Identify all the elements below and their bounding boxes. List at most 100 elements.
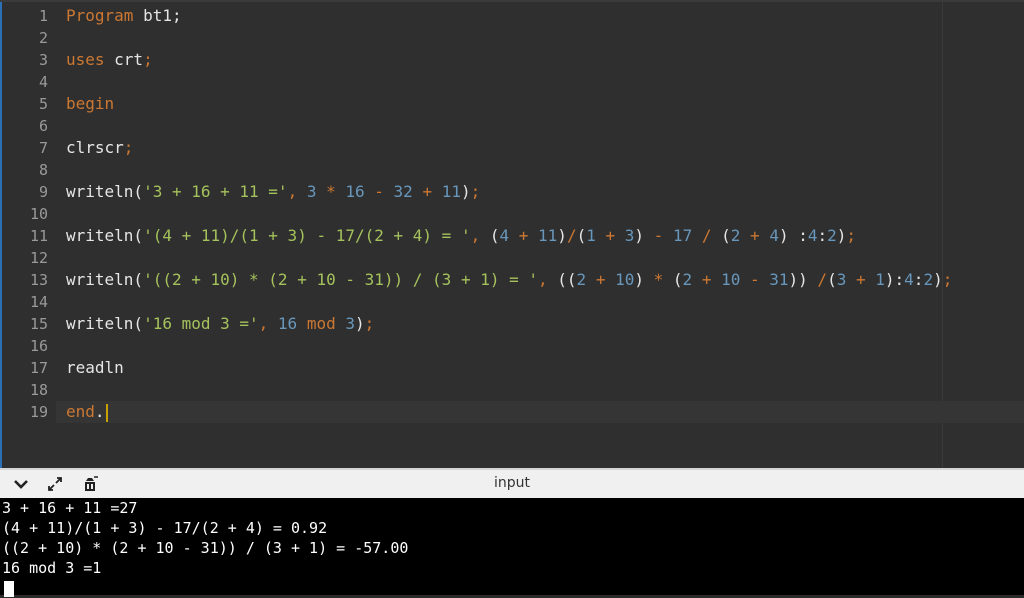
code-token: 1 [875,270,885,289]
code-token: + [595,226,625,245]
code-line[interactable] [56,115,1024,137]
code-token: '((2 + 10) * (2 + 10 - 31)) / (3 + 1) = … [143,270,539,289]
line-number: 11 [29,227,48,245]
code-token: ( [721,226,731,245]
line-number: 18 [29,381,48,399]
code-line[interactable]: clrscr; [56,137,1024,159]
code-token: ) [557,226,567,245]
line-number: 15 [29,315,48,333]
code-token: , [470,226,490,245]
console-output-line: ((2 + 10) * (2 + 10 - 31)) / (3 + 1) = -… [2,539,409,557]
console-cursor [4,580,14,597]
code-line[interactable]: writeln('((2 + 10) * (2 + 10 - 31)) / (3… [56,269,1024,291]
line-number: 17 [29,359,48,377]
code-token: writeln( [66,270,144,289]
code-line[interactable] [56,159,1024,181]
code-token: / [807,270,828,289]
code-token: 11 [441,182,461,201]
console-output[interactable]: 3 + 16 + 11 =27 (4 + 11)/(1 + 3) - 17/(2 … [0,498,1024,598]
code-token: , [258,314,278,333]
code-token: + [692,270,722,289]
code-line[interactable] [56,203,1024,225]
code-token: 2 [682,270,693,289]
code-line[interactable] [56,71,1024,93]
code-token: 4 [807,226,818,245]
code-token: '16 mod 3 =' [143,314,259,333]
line-number: 10 [29,205,48,223]
code-token: '(4 + 11)/(1 + 3) - 17/(2 + 4) = ' [143,226,471,245]
line-number: 1 [38,7,48,25]
code-token: + [509,226,539,245]
code-token: uses [66,50,105,69]
code-token: + [586,270,616,289]
code-token: : [817,226,828,245]
code-line[interactable]: writeln('(4 + 11)/(1 + 3) - 17/(2 + 4) =… [56,225,1024,247]
code-token: readln [66,358,124,377]
line-number: 7 [38,139,48,157]
code-token: ) [355,314,365,333]
code-token: 10 [721,270,741,289]
code-token: - [644,226,673,245]
code-token: (( [557,270,577,289]
code-area[interactable]: Program bt1; uses crt; begin clrscr; writeln… [56,2,1024,468]
code-line[interactable] [56,247,1024,269]
code-token: )) [788,270,808,289]
code-token: '3 + 16 + 11 =' [143,182,288,201]
code-token: 1 [586,226,596,245]
code-token: 10 [615,270,635,289]
code-token: 16 [345,182,365,201]
code-line[interactable]: uses crt; [56,49,1024,71]
code-line[interactable]: writeln('3 + 16 + 11 =', 3 * 16 - 32 + 1… [56,181,1024,203]
code-line[interactable]: end. [56,401,1024,423]
code-token: begin [66,94,115,113]
code-token: ; [123,138,134,157]
code-token: 16 [277,314,298,333]
code-token: Program [66,6,134,25]
code-line[interactable] [56,291,1024,313]
code-token: ; [942,270,953,289]
code-line[interactable] [56,27,1024,49]
code-editor[interactable]: 1 2 3 4 5 6 7 8 9 10 11 12 13 14 15 16 17 18 19 Program bt… [0,0,1024,468]
code-line[interactable] [56,335,1024,357]
code-token: ) [836,226,847,245]
code-token: 11 [538,226,558,245]
code-token: - [740,270,770,289]
code-token: end [66,402,95,421]
code-token: clrscr [66,138,124,157]
code-token: * [644,270,673,289]
code-line[interactable]: begin [56,93,1024,115]
code-token: . [94,402,105,421]
code-token: ; [846,226,857,245]
line-number: 14 [29,293,48,311]
code-token: ) [634,270,644,289]
code-token: 2 [730,226,741,245]
line-number: 3 [38,51,48,69]
console-input-line[interactable] [0,578,1024,598]
line-number: 12 [29,249,48,267]
code-token: bt1; [133,6,182,25]
code-token: mod [297,314,346,333]
code-token: ) [933,270,943,289]
line-number: 2 [38,29,48,47]
code-token: : [913,270,924,289]
line-number: 8 [38,161,48,179]
code-token: + [846,270,876,289]
code-token: : [788,226,808,245]
code-token: crt [104,50,144,69]
code-token: , [538,270,558,289]
code-line[interactable]: Program bt1; [56,5,1024,27]
code-line[interactable] [56,379,1024,401]
code-token: writeln( [66,314,144,333]
code-token: 3 [624,226,635,245]
code-line[interactable]: readln [56,357,1024,379]
code-token: / [692,226,722,245]
line-number: 16 [29,337,48,355]
console-output-line: (4 + 11)/(1 + 3) - 17/(2 + 4) = 0.92 [2,519,328,537]
code-line[interactable]: writeln('16 mod 3 =', 16 mod 3); [56,313,1024,335]
console-toolbar: input [0,468,1024,498]
code-token: + [740,226,770,245]
code-token: ) [634,226,645,245]
code-token: ; [470,182,481,201]
code-token: + [412,182,442,201]
line-number: 5 [38,95,48,113]
